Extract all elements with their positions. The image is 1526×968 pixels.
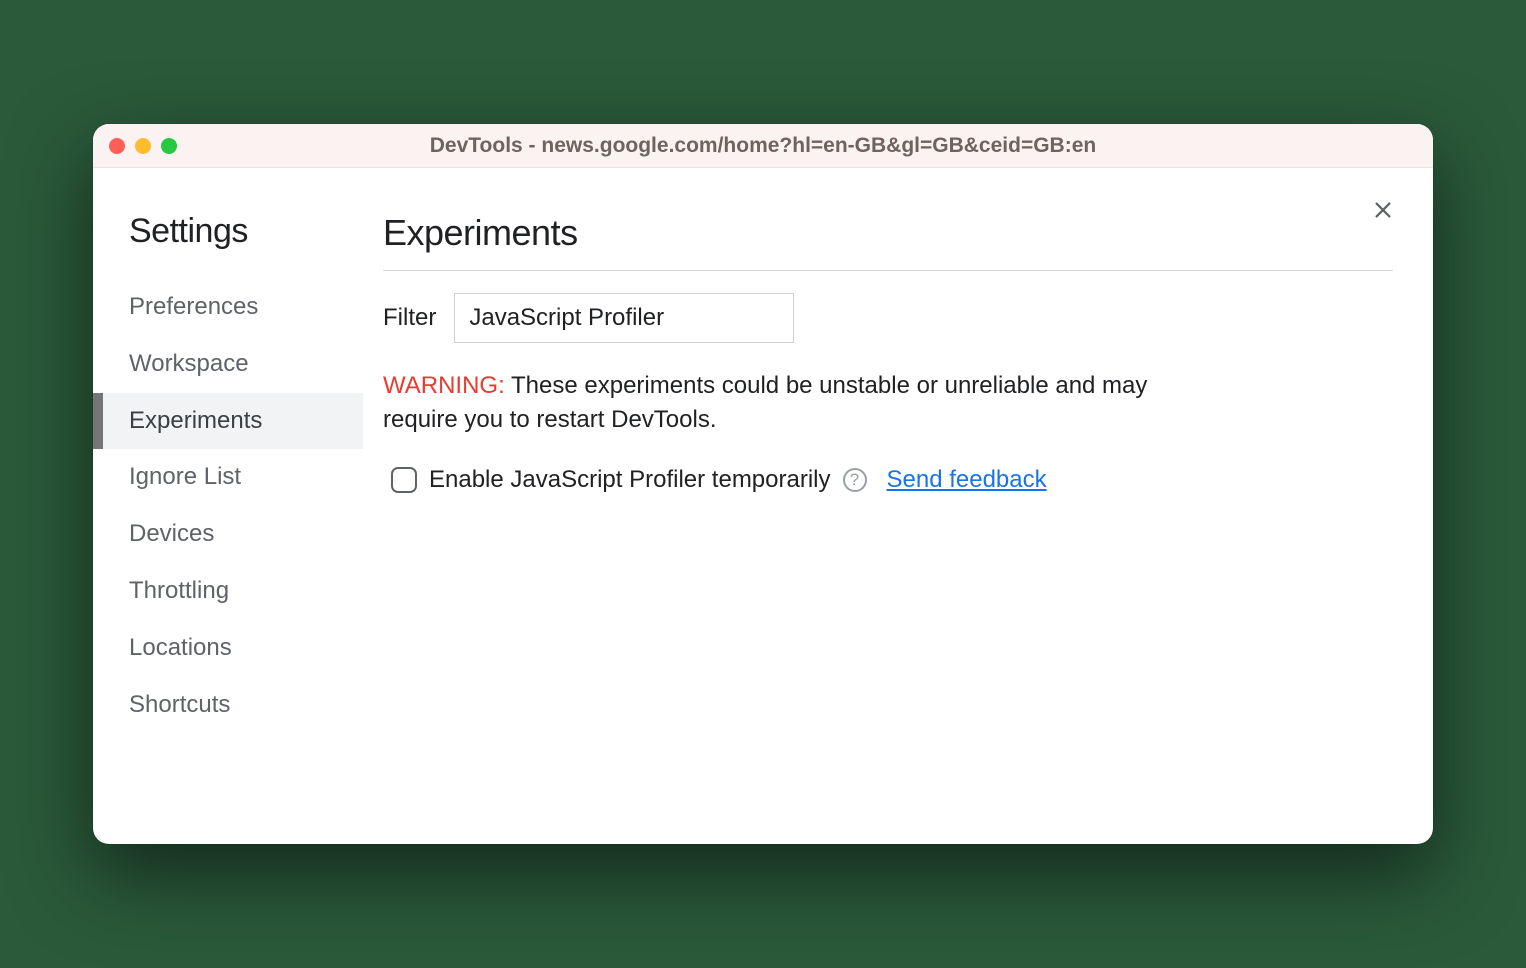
panel-title: Experiments (383, 212, 1393, 271)
content-area: Settings Preferences Workspace Experimen… (93, 168, 1433, 844)
sidebar-item-throttling[interactable]: Throttling (103, 563, 363, 620)
warning-label: WARNING: (383, 372, 505, 399)
sidebar-item-ignore-list[interactable]: Ignore List (103, 449, 363, 506)
send-feedback-link[interactable]: Send feedback (887, 466, 1047, 494)
filter-row: Filter (383, 293, 1393, 343)
help-icon[interactable]: ? (843, 468, 867, 492)
sidebar-item-shortcuts[interactable]: Shortcuts (103, 677, 363, 734)
experiment-row: Enable JavaScript Profiler temporarily ?… (383, 466, 1393, 494)
sidebar-item-experiments[interactable]: Experiments (103, 393, 363, 450)
minimize-window-icon[interactable] (135, 138, 151, 154)
titlebar: DevTools - news.google.com/home?hl=en-GB… (93, 124, 1433, 168)
experiments-panel: Experiments Filter WARNING: These experi… (363, 194, 1433, 844)
sidebar-item-locations[interactable]: Locations (103, 620, 363, 677)
close-settings-button[interactable] (1367, 194, 1399, 226)
experiment-label: Enable JavaScript Profiler temporarily (429, 466, 831, 494)
sidebar-item-workspace[interactable]: Workspace (103, 336, 363, 393)
warning-text: WARNING: These experiments could be unst… (383, 369, 1203, 436)
filter-label: Filter (383, 304, 436, 332)
maximize-window-icon[interactable] (161, 138, 177, 154)
window-title: DevTools - news.google.com/home?hl=en-GB… (93, 134, 1433, 158)
filter-input[interactable] (454, 293, 794, 343)
settings-nav: Preferences Workspace Experiments Ignore… (103, 279, 363, 733)
sidebar-item-devices[interactable]: Devices (103, 506, 363, 563)
experiment-checkbox[interactable] (391, 467, 417, 493)
settings-title: Settings (103, 212, 363, 251)
devtools-window: DevTools - news.google.com/home?hl=en-GB… (93, 124, 1433, 844)
close-window-icon[interactable] (109, 138, 125, 154)
settings-sidebar: Settings Preferences Workspace Experimen… (93, 194, 363, 844)
traffic-lights (109, 138, 177, 154)
close-icon (1372, 199, 1394, 221)
sidebar-item-preferences[interactable]: Preferences (103, 279, 363, 336)
